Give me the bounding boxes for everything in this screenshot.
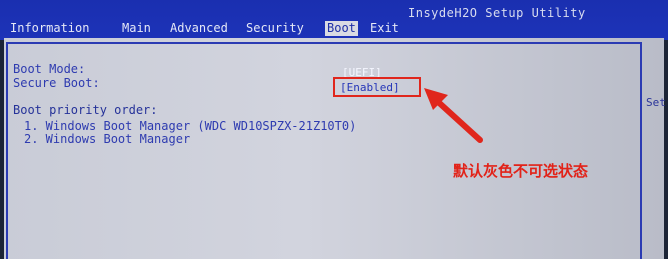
annotation-arrow-icon [424, 88, 483, 143]
annotation-text: 默认灰色不可选状态 [453, 162, 589, 180]
